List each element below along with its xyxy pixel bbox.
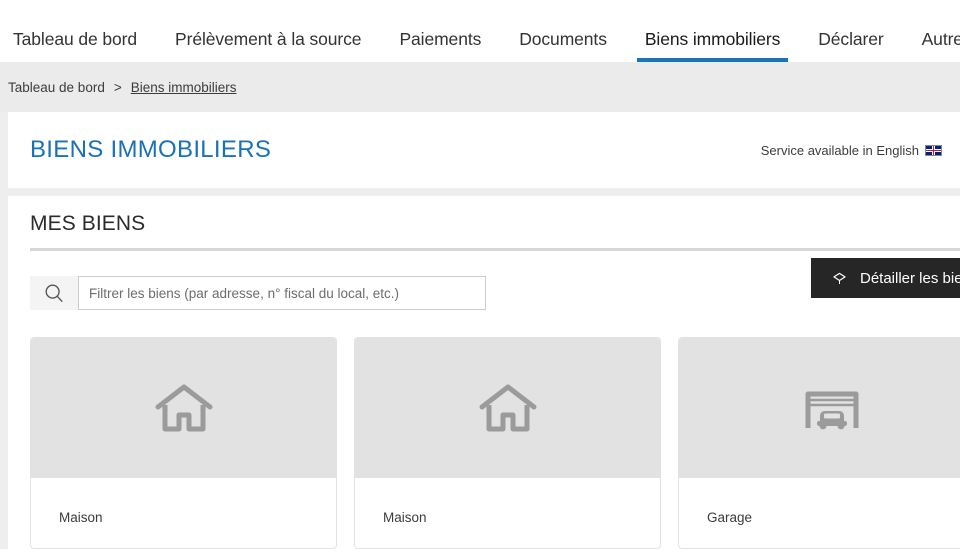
nav-item-label: Prélèvement à la source: [175, 28, 362, 49]
search-icon-container: [30, 276, 78, 310]
page-header-bar: BIENS IMMOBILIERS Service available in E…: [8, 112, 960, 188]
garage-icon: [805, 391, 858, 430]
page-title: BIENS IMMOBILIERS: [30, 136, 272, 163]
top-navigation: Tableau de bord Prélèvement à la source …: [0, 0, 960, 62]
nav-item-label: Biens immobiliers: [644, 28, 781, 49]
nav-item-label: Paiements: [399, 28, 482, 49]
nav-item-declarer[interactable]: Déclarer: [799, 28, 902, 63]
property-card-label: Maison: [59, 510, 103, 525]
filter-row: Détailler les biens: [8, 251, 960, 313]
section-header: MES BIENS: [8, 196, 960, 248]
active-tab-underline: [636, 58, 789, 62]
detail-properties-label: Détailler les biens: [860, 269, 960, 287]
uk-flag-icon: [925, 144, 942, 156]
property-card-image: [355, 338, 660, 478]
property-card-body: Maison: [355, 478, 660, 548]
nav-item-documents[interactable]: Documents: [500, 28, 626, 63]
house-icon: [155, 384, 212, 432]
uk-flag-cross-vertical: [932, 145, 935, 155]
english-service-link[interactable]: Service available in English: [761, 143, 942, 158]
property-card-label: Maison: [383, 510, 427, 525]
panel-spacer: [8, 188, 960, 196]
nav-item-biens-immobiliers[interactable]: Biens immobiliers: [626, 28, 799, 62]
breadcrumb: Tableau de bord > Biens immobiliers: [0, 62, 960, 112]
nav-item-paiements[interactable]: Paiements: [380, 28, 500, 63]
property-card-image: [31, 338, 336, 478]
properties-card-list: Maison Maison Garage: [8, 313, 960, 549]
search-icon: [45, 284, 63, 303]
property-card-image: [679, 338, 960, 478]
property-card-body: Maison: [31, 478, 336, 548]
page-content: BIENS IMMOBILIERS Service available in E…: [0, 112, 960, 549]
breadcrumb-separator: >: [113, 79, 122, 95]
nav-item-label: Tableau de bord: [13, 28, 138, 49]
property-card[interactable]: Maison: [30, 337, 337, 549]
nav-item-label: Documents: [519, 28, 607, 49]
property-card-body: Garage: [679, 478, 960, 548]
property-card-label: Garage: [707, 510, 753, 525]
property-card[interactable]: Garage: [678, 337, 960, 549]
hexagon-icon: [833, 272, 846, 284]
page-header-panel: BIENS IMMOBILIERS Service available in E…: [8, 112, 960, 188]
nav-list: Tableau de bord Prélèvement à la source …: [0, 0, 960, 62]
search-bar: [30, 276, 486, 310]
english-service-label: Service available in English: [760, 142, 919, 158]
detail-properties-button[interactable]: Détailler les biens: [811, 258, 960, 298]
breadcrumb-root-link[interactable]: Tableau de bord: [8, 80, 105, 95]
nav-item-label: Déclarer: [818, 28, 884, 49]
nav-item-label: Autres servi: [921, 28, 960, 49]
breadcrumb-current-link[interactable]: Biens immobiliers: [131, 80, 237, 95]
nav-item-prelevement-a-la-source[interactable]: Prélèvement à la source: [156, 28, 380, 63]
nav-item-autres-services[interactable]: Autres servi: [903, 28, 960, 63]
nav-item-tableau-de-bord[interactable]: Tableau de bord: [0, 28, 156, 63]
section-title: MES BIENS: [30, 212, 146, 235]
search-input[interactable]: [78, 276, 486, 310]
my-properties-panel: MES BIENS Détailler les biens: [8, 196, 960, 549]
house-icon: [479, 384, 536, 432]
property-card[interactable]: Maison: [354, 337, 661, 549]
